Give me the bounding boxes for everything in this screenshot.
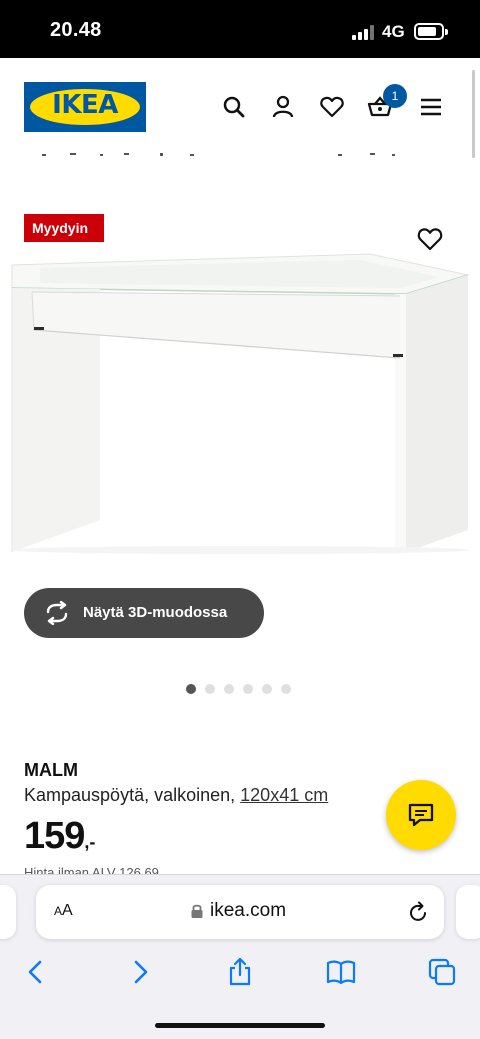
pagination-dot[interactable] [224,684,234,694]
address-bar[interactable]: AA ikea.com [36,885,444,939]
product-price: 159,- [24,815,95,858]
share-icon[interactable] [225,957,255,987]
cart-count-badge: 1 [383,84,407,108]
view-3d-label: Näytä 3D-muodossa [83,604,228,621]
pagination-dot[interactable] [186,684,196,694]
url-text: ikea.com [210,900,287,921]
heart-icon[interactable] [319,94,345,120]
price-suffix: ,- [84,832,96,852]
rotate-3d-icon [46,601,68,625]
site-header: IKEA [0,58,480,158]
profile-icon[interactable] [270,94,296,120]
search-icon[interactable] [221,94,247,120]
view-3d-button[interactable]: Näytä 3D-muodossa [24,588,264,638]
price-value: 159 [24,815,85,857]
signal-icon [352,24,376,40]
pagination-dot[interactable] [281,684,291,694]
browser-toolbar: AA ikea.com [0,874,480,1039]
chat-button[interactable] [386,780,456,850]
back-icon[interactable] [21,957,51,987]
scroll-indicator [472,70,475,158]
product-type: Kampauspöytä, valkoinen, [24,785,236,805]
battery-icon [414,23,448,40]
status-bar: 20.48 4G [0,0,480,58]
image-pagination-dots [186,684,298,694]
previous-tab-preview[interactable] [0,885,16,939]
chat-icon [408,803,434,827]
network-type: 4G [382,22,405,41]
pagination-dot[interactable] [243,684,253,694]
pagination-dot[interactable] [205,684,215,694]
pagination-dot[interactable] [262,684,272,694]
favorite-heart-icon[interactable] [416,225,444,253]
forward-icon[interactable] [125,957,155,987]
reader-settings-button[interactable]: AA [54,902,73,920]
logo-text: IKEA [52,90,118,120]
next-tab-preview[interactable] [456,885,480,939]
reload-icon[interactable] [406,900,430,924]
cropped-content-strip [42,153,395,156]
product-size-link[interactable]: 120x41 cm [240,785,328,805]
home-indicator [155,1023,325,1028]
price-without-vat: Hinta ilman ALV 126,69 [24,866,159,874]
bookmarks-icon[interactable] [326,957,356,987]
product-description: Kampauspöytä, valkoinen, 120x41 cm [24,785,328,806]
product-name: MALM [24,760,78,780]
ikea-logo[interactable]: IKEA [24,82,146,132]
tabs-icon[interactable] [427,957,457,987]
status-time: 20.48 [50,19,102,41]
product-image[interactable] [0,250,480,570]
menu-icon[interactable] [418,94,444,120]
lock-icon [191,904,203,918]
bestseller-badge: Myydyin [24,214,104,242]
